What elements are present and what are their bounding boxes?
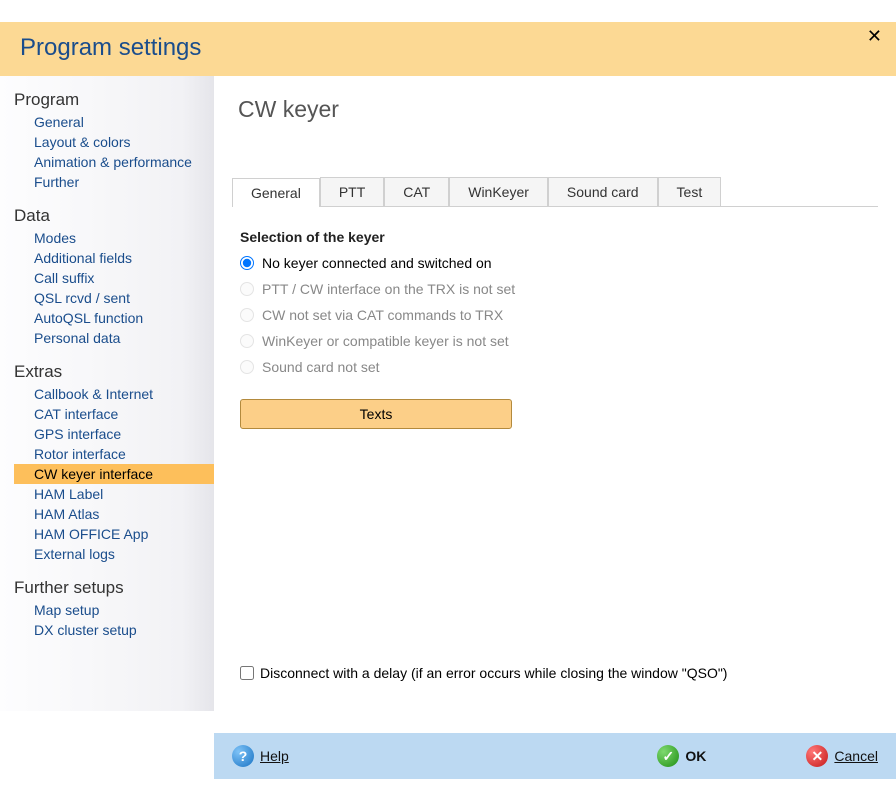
sidebar-item-ham-label[interactable]: HAM Label: [14, 484, 214, 504]
keyer-radio-label: WinKeyer or compatible keyer is not set: [262, 333, 509, 349]
keyer-radio-row: WinKeyer or compatible keyer is not set: [240, 333, 870, 349]
sidebar-item-map-setup[interactable]: Map setup: [14, 600, 214, 620]
sidebar-item-dx-cluster-setup[interactable]: DX cluster setup: [14, 620, 214, 640]
keyer-radio-row: CW not set via CAT commands to TRX: [240, 307, 870, 323]
page-title: Program settings: [20, 34, 876, 62]
sidebar-item-animation-performance[interactable]: Animation & performance: [14, 152, 214, 172]
sidebar-item-personal-data[interactable]: Personal data: [14, 328, 214, 348]
keyer-radio-label: Sound card not set: [262, 359, 380, 375]
keyer-radio-label: CW not set via CAT commands to TRX: [262, 307, 503, 323]
cancel-label: Cancel: [834, 748, 878, 764]
tab-sound-card[interactable]: Sound card: [548, 177, 658, 206]
tab-bar: GeneralPTTCATWinKeyerSound cardTest: [232, 177, 878, 207]
keyer-radio: [240, 282, 254, 296]
sidebar-item-layout-colors[interactable]: Layout & colors: [14, 132, 214, 152]
sidebar-item-autoqsl-function[interactable]: AutoQSL function: [14, 308, 214, 328]
sidebar-item-call-suffix[interactable]: Call suffix: [14, 268, 214, 288]
keyer-radio-label: No keyer connected and switched on: [262, 255, 492, 271]
sidebar: ProgramGeneralLayout & colorsAnimation &…: [0, 76, 214, 711]
sidebar-item-ham-office-app[interactable]: HAM OFFICE App: [14, 524, 214, 544]
sidebar-item-cat-interface[interactable]: CAT interface: [14, 404, 214, 424]
ok-icon: ✓: [657, 745, 679, 767]
keyer-radio-row: Sound card not set: [240, 359, 870, 375]
sidebar-item-gps-interface[interactable]: GPS interface: [14, 424, 214, 444]
sidebar-group-title: Program: [14, 90, 214, 110]
panel-title: CW keyer: [238, 96, 878, 123]
title-bar: Program settings: [0, 22, 896, 76]
sidebar-item-qsl-rcvd-sent[interactable]: QSL rcvd / sent: [14, 288, 214, 308]
cancel-button[interactable]: ✕ Cancel: [806, 745, 878, 767]
keyer-radio-row: PTT / CW interface on the TRX is not set: [240, 281, 870, 297]
tab-content: Selection of the keyer No keyer connecte…: [232, 207, 878, 429]
texts-button[interactable]: Texts: [240, 399, 512, 429]
tab-general[interactable]: General: [232, 178, 320, 207]
sidebar-item-rotor-interface[interactable]: Rotor interface: [14, 444, 214, 464]
sidebar-item-cw-keyer-interface[interactable]: CW keyer interface: [14, 464, 214, 484]
keyer-radio[interactable]: [240, 256, 254, 270]
keyer-radio-row[interactable]: No keyer connected and switched on: [240, 255, 870, 271]
help-icon: ?: [232, 745, 254, 767]
tab-cat[interactable]: CAT: [384, 177, 449, 206]
tab-test[interactable]: Test: [658, 177, 722, 206]
disconnect-label: Disconnect with a delay (if an error occ…: [260, 665, 727, 681]
section-label: Selection of the keyer: [240, 229, 870, 245]
sidebar-item-external-logs[interactable]: External logs: [14, 544, 214, 564]
keyer-radio: [240, 360, 254, 374]
disconnect-checkbox-row[interactable]: Disconnect with a delay (if an error occ…: [240, 665, 727, 681]
keyer-radio-label: PTT / CW interface on the TRX is not set: [262, 281, 515, 297]
sidebar-item-general[interactable]: General: [14, 112, 214, 132]
help-label: Help: [260, 748, 289, 764]
sidebar-group-title: Data: [14, 206, 214, 226]
help-button[interactable]: ? Help: [232, 745, 289, 767]
keyer-radio: [240, 334, 254, 348]
sidebar-item-ham-atlas[interactable]: HAM Atlas: [14, 504, 214, 524]
disconnect-checkbox[interactable]: [240, 666, 254, 680]
bottom-bar: ? Help ✓ OK ✕ Cancel: [214, 733, 896, 779]
sidebar-item-further[interactable]: Further: [14, 172, 214, 192]
sidebar-group-title: Further setups: [14, 578, 214, 598]
close-icon[interactable]: ✕: [861, 24, 888, 49]
sidebar-item-modes[interactable]: Modes: [14, 228, 214, 248]
tab-ptt[interactable]: PTT: [320, 177, 384, 206]
main-panel: CW keyer GeneralPTTCATWinKeyerSound card…: [214, 76, 896, 711]
keyer-radio: [240, 308, 254, 322]
ok-label: OK: [685, 748, 706, 764]
tab-winkeyer[interactable]: WinKeyer: [449, 177, 548, 206]
sidebar-item-callbook-internet[interactable]: Callbook & Internet: [14, 384, 214, 404]
sidebar-item-additional-fields[interactable]: Additional fields: [14, 248, 214, 268]
sidebar-group-title: Extras: [14, 362, 214, 382]
cancel-icon: ✕: [806, 745, 828, 767]
ok-button[interactable]: ✓ OK: [657, 745, 706, 767]
